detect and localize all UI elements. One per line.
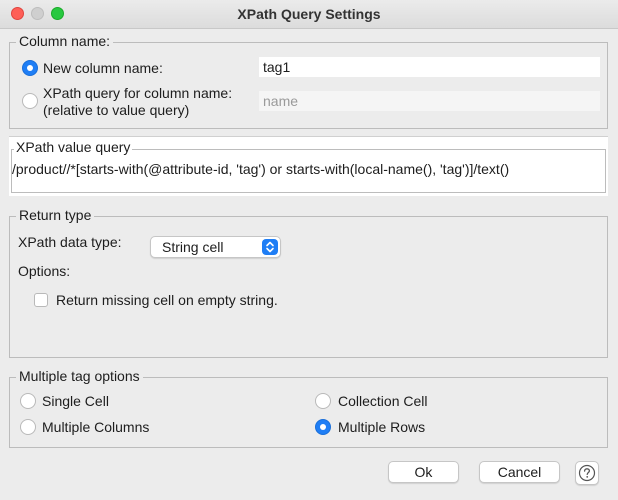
multiple-rows-label: Multiple Rows [338,419,426,435]
collection-cell-label: Collection Cell [338,393,428,409]
new-column-name-input[interactable] [259,57,600,77]
help-button[interactable] [575,461,599,485]
column-name-legend: Column name: [16,33,114,49]
xpath-data-type-value: String cell [162,239,224,255]
xpath-value-query-group: XPath value query [9,136,608,196]
return-type-group: Return type XPath data type: String cell… [9,207,608,358]
return-missing-cell-checkbox[interactable] [34,293,48,307]
cancel-button[interactable]: Cancel [479,461,560,483]
question-mark-icon [578,464,596,482]
xpath-column-name-radio[interactable] [22,93,38,109]
window-title: XPath Query Settings [237,6,381,22]
xpath-column-name-label-line2: (relative to value query) [43,102,190,118]
title-bar: XPath Query Settings [0,0,618,29]
xpath-data-type-select[interactable]: String cell [150,236,281,258]
multiple-tag-options-legend: Multiple tag options [16,368,143,384]
ok-button[interactable]: Ok [388,461,459,483]
xpath-value-query-legend: XPath value query [14,139,133,155]
xpath-data-type-label: XPath data type: [18,234,122,250]
xpath-column-name-label-line1: XPath query for column name: [43,85,233,101]
options-label: Options: [18,263,71,279]
column-name-group: Column name: New column name: XPath quer… [9,33,608,129]
xpath-column-name-label: XPath query for column name: (relative t… [43,85,232,119]
new-column-name-radio[interactable] [22,60,38,76]
multiple-tag-options-group: Multiple tag options Single Cell Collect… [9,368,608,448]
multiple-columns-radio[interactable] [20,419,36,435]
collection-cell-radio[interactable] [315,393,331,409]
multiple-columns-label: Multiple Columns [42,419,150,435]
return-missing-cell-label: Return missing cell on empty string. [56,292,278,308]
xpath-value-query-input[interactable] [12,159,602,179]
up-down-chevron-icon [262,239,278,255]
return-type-legend: Return type [16,207,95,223]
single-cell-label: Single Cell [42,393,109,409]
single-cell-radio[interactable] [20,393,36,409]
multiple-rows-radio[interactable] [315,419,331,435]
xpath-column-name-input[interactable] [259,91,600,111]
new-column-name-label: New column name: [43,60,163,76]
